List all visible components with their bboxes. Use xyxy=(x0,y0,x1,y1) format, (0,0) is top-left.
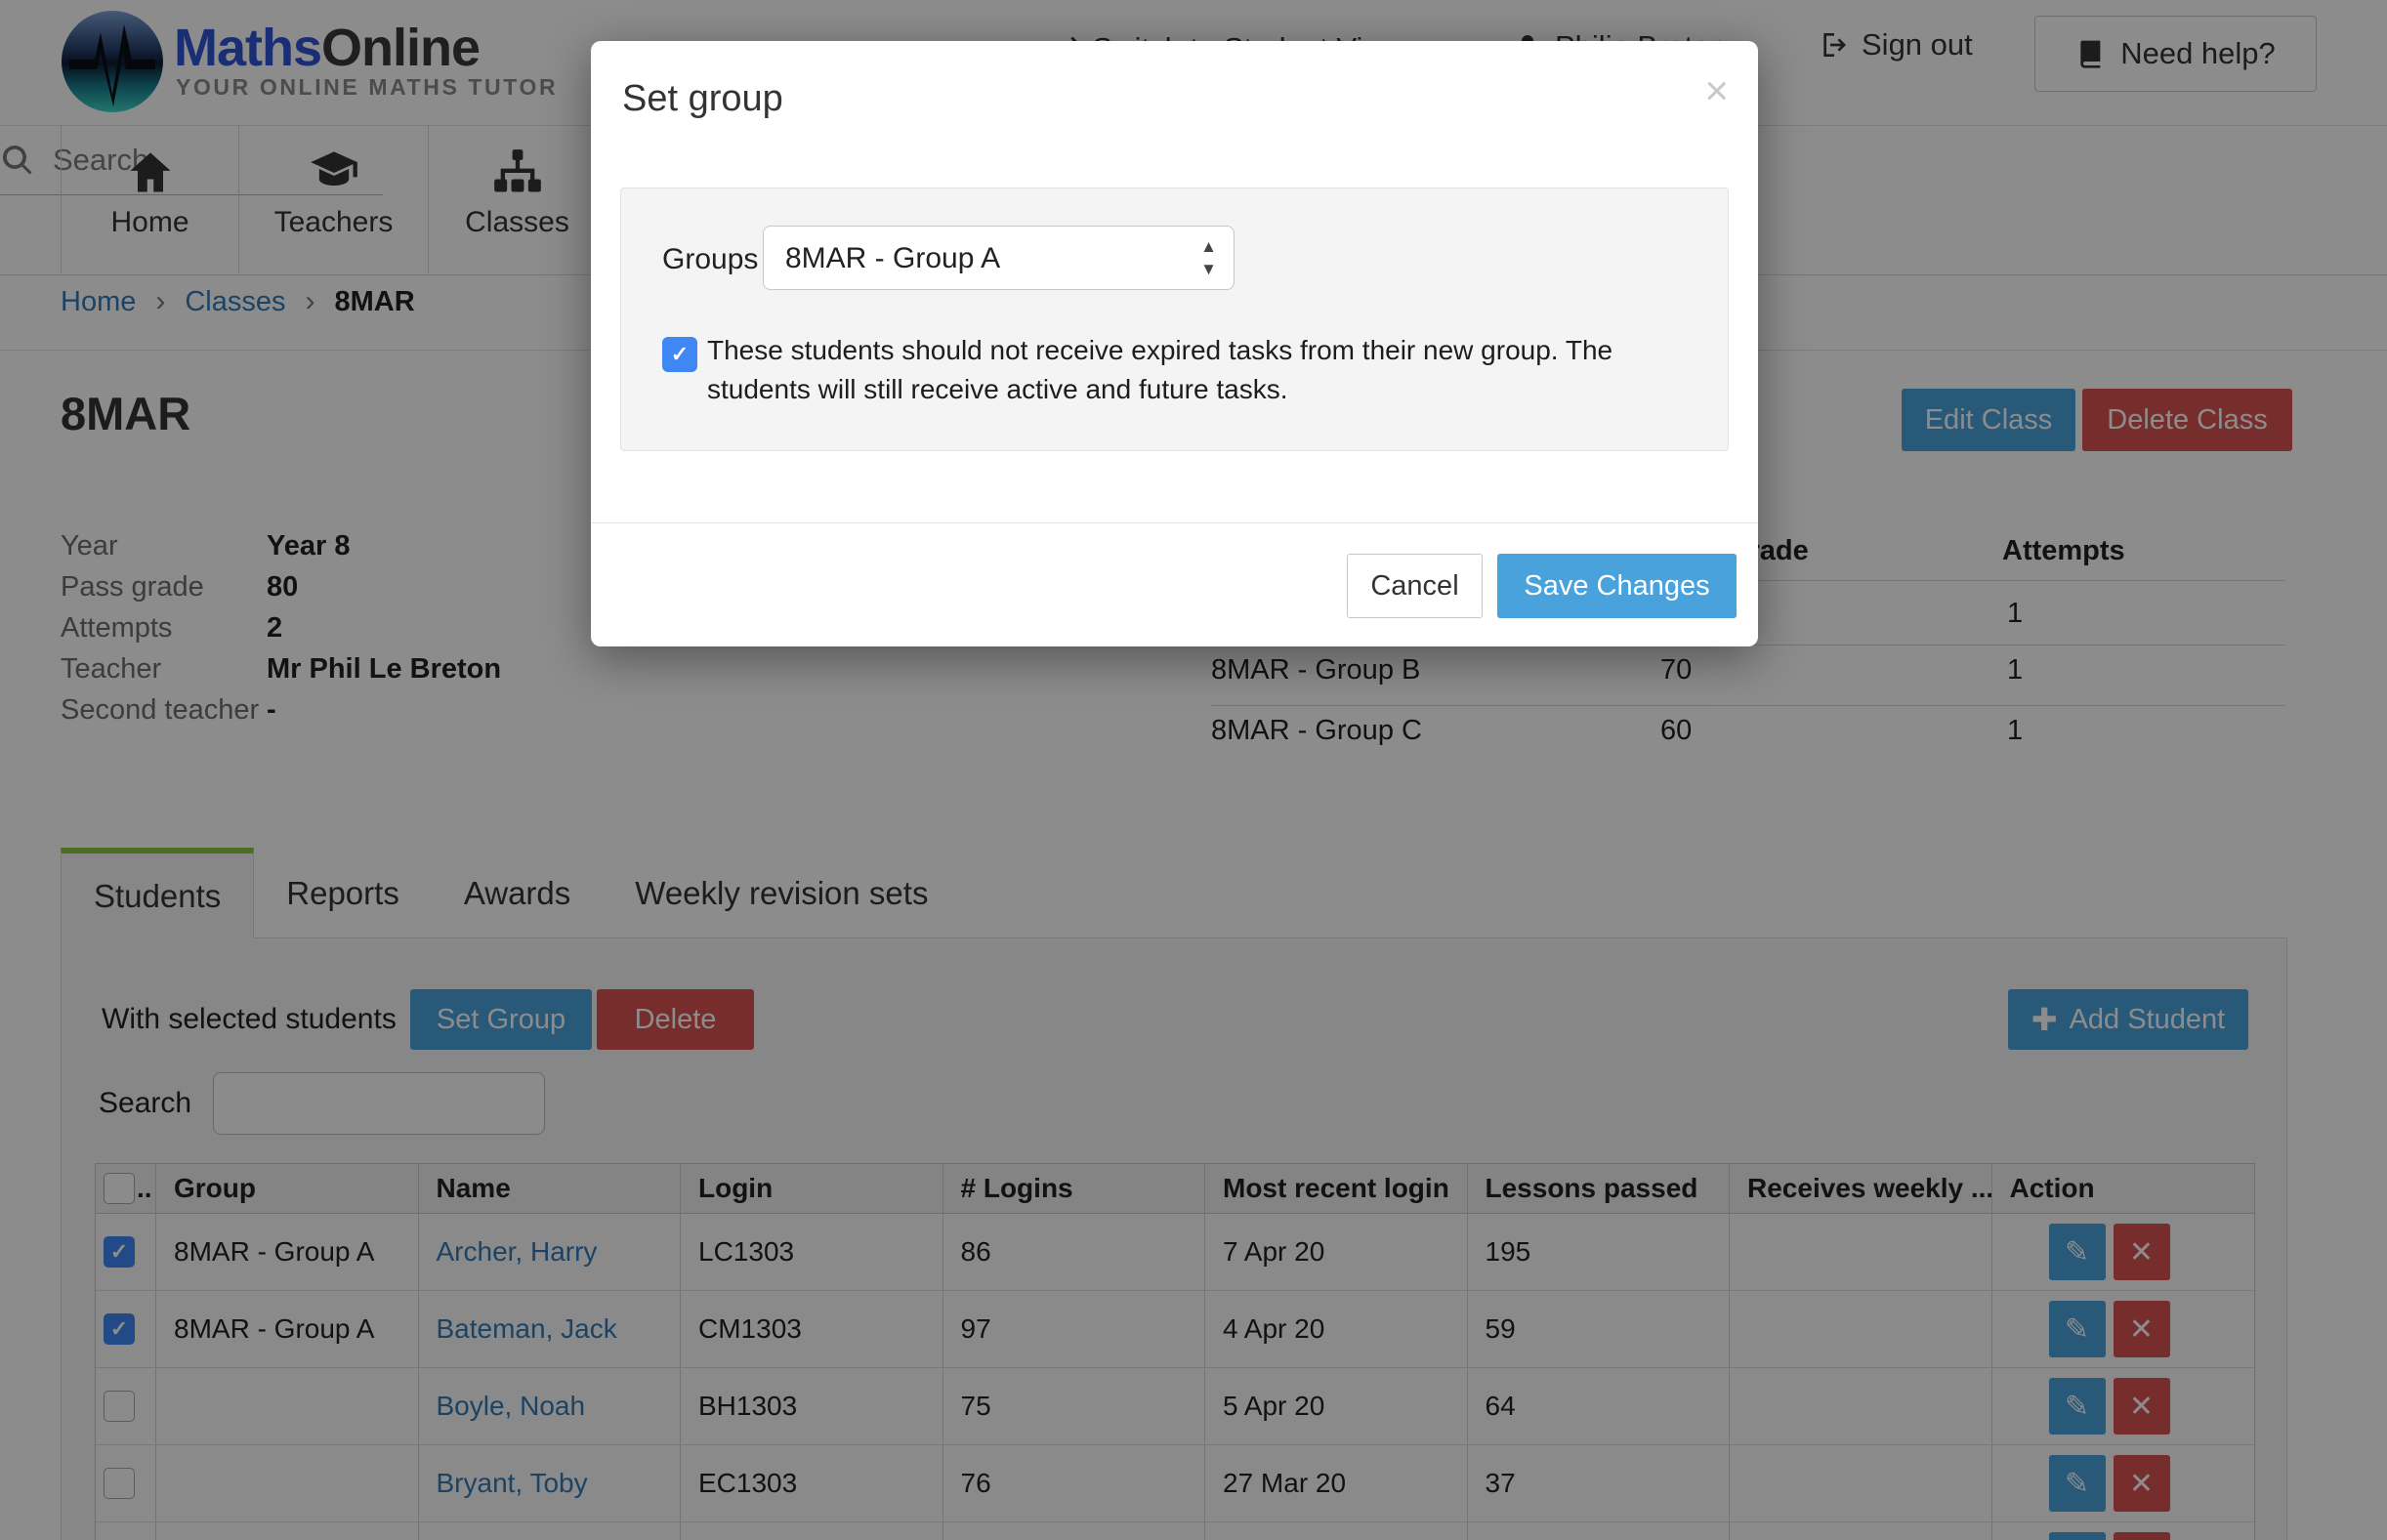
groups-select[interactable]: 8MAR - Group A xyxy=(763,226,1235,290)
cancel-button[interactable]: Cancel xyxy=(1347,554,1483,618)
groups-select-label: Groups xyxy=(662,243,758,276)
modal-body: Groups 8MAR - Group A ▲▼ ✓ These student… xyxy=(620,187,1729,451)
expired-tasks-checkbox-checked[interactable]: ✓ xyxy=(662,337,697,372)
modal-footer-divider xyxy=(591,522,1758,523)
expired-tasks-checkbox-label: These students should not receive expire… xyxy=(707,331,1669,409)
groups-select-wrap: 8MAR - Group A ▲▼ xyxy=(763,226,1235,290)
save-changes-button[interactable]: Save Changes xyxy=(1497,554,1737,618)
close-icon[interactable]: × xyxy=(1704,70,1729,111)
set-group-modal: Set group × Groups 8MAR - Group A ▲▼ ✓ T… xyxy=(591,41,1758,646)
page: MathsOnline YOUR ONLINE MATHS TUTOR ⇄ Sw… xyxy=(0,0,2387,1540)
modal-title: Set group xyxy=(622,78,783,120)
